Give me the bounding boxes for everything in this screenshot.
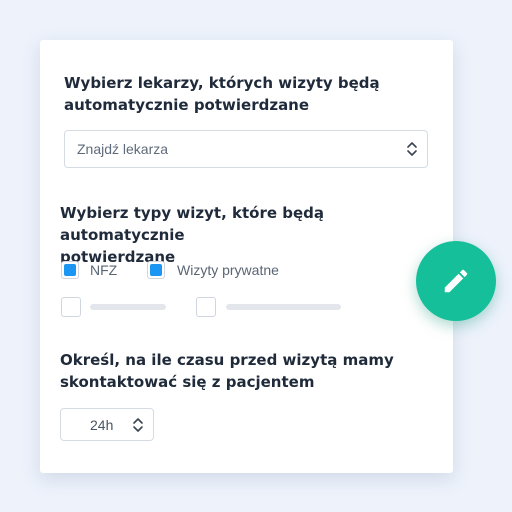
placeholder-label-bar-2 <box>226 304 341 310</box>
time-heading-line-2: skontaktować się z pacjentem <box>60 373 315 391</box>
checkbox-private-visits[interactable] <box>147 261 165 279</box>
doctors-heading: Wybierz lekarzy, których wizyty będą aut… <box>64 72 380 116</box>
doctors-heading-line-2: automatycznie potwierdzane <box>64 96 310 114</box>
visit-types-heading: Wybierz typy wizyt, które będą automatyc… <box>60 202 453 268</box>
doctors-heading-line-1: Wybierz lekarzy, których wizyty będą <box>64 74 380 92</box>
checkbox-nfz-checked-mark <box>64 264 76 276</box>
time-heading-line-1: Określ, na ile czasu przed wizytą mamy <box>60 351 394 369</box>
time-heading: Określ, na ile czasu przed wizytą mamy s… <box>60 349 394 393</box>
doctor-search-select[interactable]: Znajdź lekarza <box>64 130 428 168</box>
time-before-visit-stepper[interactable]: 24h <box>60 408 154 441</box>
placeholder-label-bar-1 <box>90 304 166 310</box>
settings-card: Wybierz lekarzy, których wizyty będą aut… <box>40 40 453 473</box>
checkbox-private-visits-label: Wizyty prywatne <box>177 262 279 278</box>
checkbox-nfz[interactable] <box>61 261 79 279</box>
pencil-icon <box>444 269 468 293</box>
visit-types-heading-line-1: Wybierz typy wizyt, które będą automatyc… <box>60 204 325 244</box>
checkbox-placeholder-2[interactable] <box>196 297 216 317</box>
checkbox-nfz-label: NFZ <box>90 262 118 278</box>
time-before-visit-value: 24h <box>90 417 114 433</box>
checkbox-placeholder-1[interactable] <box>61 297 81 317</box>
chevron-up-down-icon <box>407 142 417 156</box>
chevron-up-down-icon[interactable] <box>132 416 144 434</box>
checkbox-private-visits-checked-mark <box>150 264 162 276</box>
edit-button[interactable] <box>416 241 496 321</box>
doctor-search-placeholder: Znajdź lekarza <box>77 141 169 157</box>
